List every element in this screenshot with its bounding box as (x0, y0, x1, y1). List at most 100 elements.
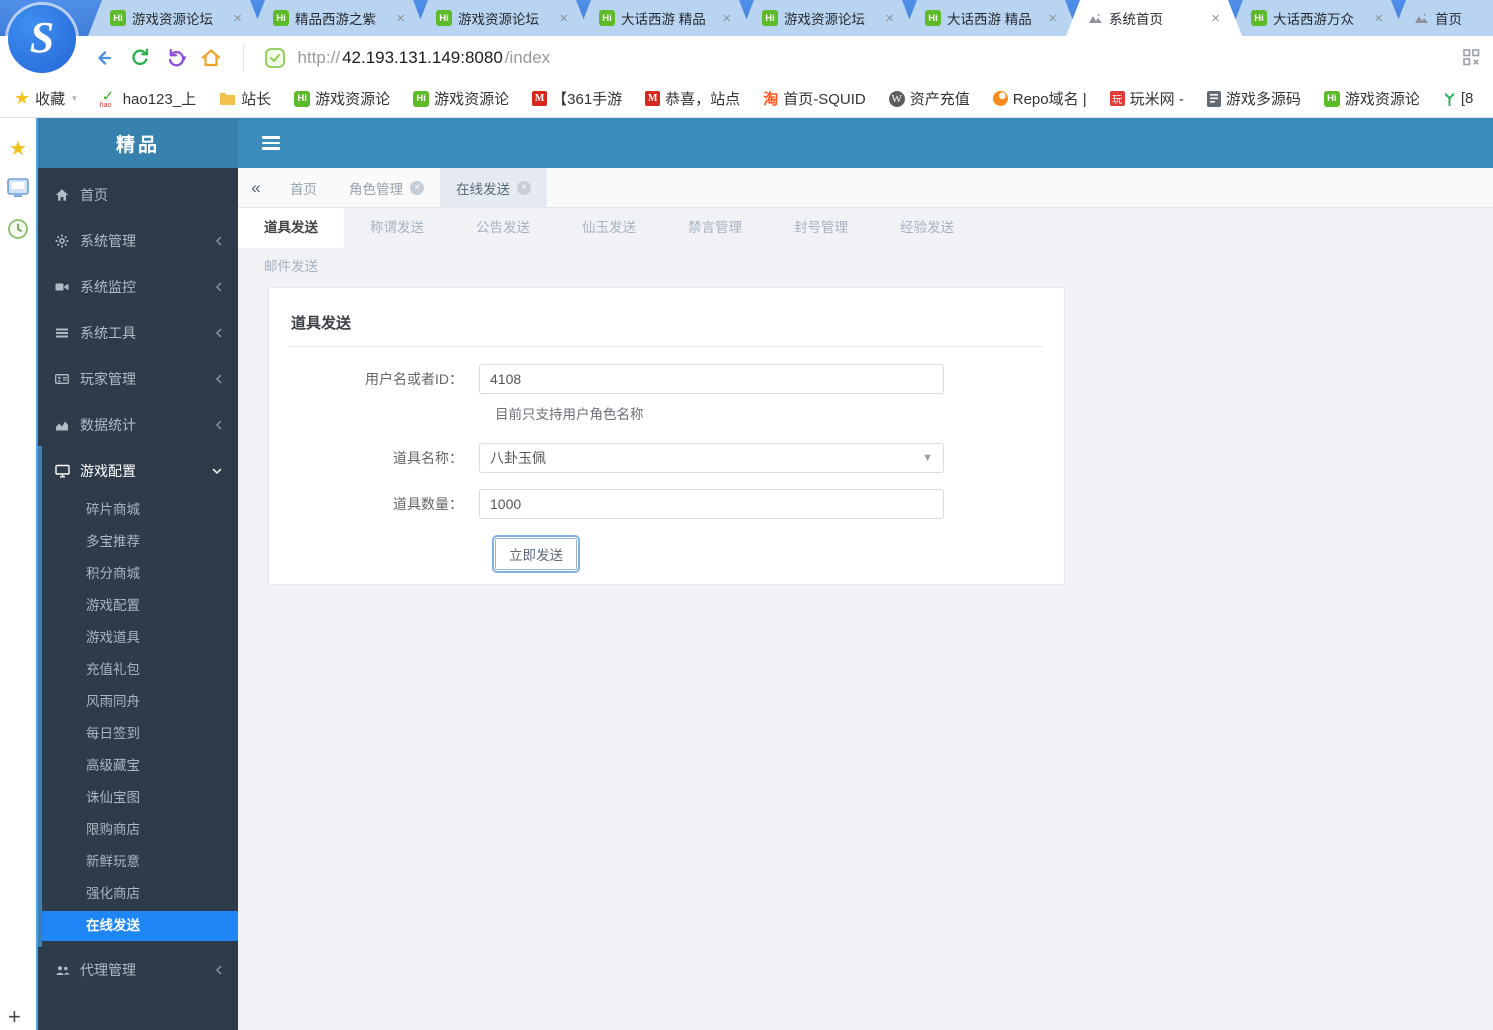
select-caret-icon: ▼ (922, 452, 933, 464)
tab-close-icon[interactable]: × (559, 11, 568, 26)
subtab[interactable]: 称谓发送 (344, 208, 450, 248)
submenu-item[interactable]: 充值礼包 (38, 654, 238, 686)
tab-grid-button[interactable] (1463, 49, 1480, 71)
submenu-item[interactable]: 高级藏宝 (38, 750, 238, 782)
browser-tab[interactable]: Hi 大话西游 精品 × (903, 0, 1079, 36)
screen-capture-icon[interactable] (7, 178, 29, 203)
panel-title: 道具发送 (289, 308, 1044, 347)
tab-close-icon[interactable]: × (396, 11, 405, 26)
refresh-button[interactable] (128, 46, 152, 70)
submenu-item[interactable]: 强化商店 (38, 878, 238, 910)
subtab[interactable]: 经验发送 (874, 208, 980, 248)
browser-tab[interactable]: Hi 大话西游万众 × (1229, 0, 1405, 36)
submenu-item[interactable]: 新鲜玩意 (38, 846, 238, 878)
bookmark-item[interactable]: Repo域名 | (992, 88, 1087, 109)
address-bar[interactable]: http://42.193.131.149:8080/index (298, 48, 551, 68)
undo-button[interactable]: ▾ (164, 46, 187, 70)
undo-dropdown-caret[interactable]: ▾ (182, 53, 187, 64)
site-security-badge[interactable] (264, 47, 286, 69)
hao123-icon: ✓ hao (99, 87, 115, 109)
sogou-logo[interactable]: S (8, 5, 76, 73)
subtab[interactable]: 禁言管理 (662, 208, 768, 248)
tab-close-icon[interactable]: × (1374, 11, 1383, 26)
item-qty-input[interactable] (479, 489, 944, 519)
tabs-collapse-icon[interactable]: « (238, 168, 274, 207)
submenu-item[interactable]: 积分商城 (38, 558, 238, 590)
browser-tab-active[interactable]: 系统首页 × (1066, 0, 1242, 36)
sidebar-toggle-button[interactable] (262, 136, 280, 153)
subtab[interactable]: 邮件发送 (238, 248, 344, 286)
browser-tab[interactable]: Hi 游戏资源论坛 × (414, 0, 590, 36)
sidebar-item-system-mgmt[interactable]: 系统管理 (38, 218, 238, 264)
item-name-label: 道具名称： (393, 450, 463, 466)
branch-icon (1444, 92, 1455, 106)
bookmark-item[interactable]: M 【361手游 (532, 88, 622, 109)
sidebar-scrollbar[interactable] (38, 446, 42, 947)
subtab-active[interactable]: 道具发送 (238, 208, 344, 248)
favorites-star-icon[interactable]: ★ (9, 136, 27, 161)
tab-close-icon[interactable]: × (722, 11, 731, 26)
content-area: 道具发送 称谓发送 公告发送 仙玉发送 禁言管理 封号管理 经验发送 邮件发送 … (238, 208, 1493, 1030)
item-name-select[interactable]: 八卦玉佩 ▼ (479, 443, 944, 473)
back-button[interactable] (92, 46, 116, 70)
bookmark-item[interactable]: Hi 游戏资源论 (294, 88, 390, 109)
home-icon (201, 49, 220, 67)
submenu-item[interactable]: 限购商店 (38, 814, 238, 846)
m-icon: M (645, 91, 661, 106)
subtabs-row-2: 邮件发送 (238, 248, 1493, 286)
bookmark-item[interactable]: ✓ hao hao123_上 (100, 88, 196, 109)
submenu-item-active[interactable]: 在线发送 (38, 911, 238, 941)
sidebar-item-game-config[interactable]: 游戏配置 (38, 448, 238, 494)
submenu-item[interactable]: 风雨同舟 (38, 686, 238, 718)
tab-close-icon[interactable]: × (1211, 11, 1220, 26)
user-id-input[interactable] (479, 364, 944, 394)
bookmark-item[interactable]: [8 (1443, 90, 1473, 107)
history-clock-icon[interactable] (7, 218, 29, 245)
page-tab-home[interactable]: 首页 (274, 168, 333, 207)
tab-close-icon[interactable]: × (885, 11, 894, 26)
chevron-down-icon[interactable]: ▾ (72, 93, 77, 104)
subtab[interactable]: 公告发送 (450, 208, 556, 248)
rail-add-icon[interactable]: + (8, 1004, 21, 1030)
repo-icon (992, 91, 1008, 106)
bookmark-item[interactable]: M 恭喜，站点 (645, 88, 740, 109)
submenu-item[interactable]: 诛仙宝图 (38, 782, 238, 814)
bookmark-item[interactable]: Hi 游戏资源论 (413, 88, 509, 109)
browser-tab[interactable]: 首页 (1392, 0, 1493, 36)
sidebar-item-system-tools[interactable]: 系统工具 (38, 310, 238, 356)
page-tab-active[interactable]: 在线发送 × (440, 168, 547, 207)
submenu-item[interactable]: 碎片商城 (38, 494, 238, 526)
send-now-button[interactable]: 立即发送 (492, 535, 580, 573)
browser-tab[interactable]: Hi 游戏资源论坛 × (740, 0, 916, 36)
bookmark-item[interactable]: 玩 玩米网 - (1109, 88, 1184, 109)
subtab[interactable]: 封号管理 (768, 208, 874, 248)
submenu-item[interactable]: 每日签到 (38, 718, 238, 750)
sidebar-item-agent-mgmt[interactable]: 代理管理 (38, 947, 238, 993)
hi-icon: Hi (413, 90, 430, 107)
wordpress-icon: W (888, 90, 905, 107)
bookmark-item[interactable]: Hi 游戏资源论 (1323, 88, 1420, 109)
home-button[interactable] (199, 46, 223, 70)
browser-tab[interactable]: Hi 精品西游之紫 × (251, 0, 427, 36)
subtab[interactable]: 仙玉发送 (556, 208, 662, 248)
bookmark-item[interactable]: 淘 首页-SQUID (763, 88, 866, 109)
bookmark-item[interactable]: W 资产充值 (888, 88, 970, 109)
browser-tab[interactable]: Hi 游戏资源论坛 × (88, 0, 264, 36)
bookmark-item[interactable]: 站长 (219, 88, 271, 109)
tab-close-icon[interactable]: × (410, 180, 424, 195)
sidebar-item-player-mgmt[interactable]: 玩家管理 (38, 356, 238, 402)
submenu-item[interactable]: 多宝推荐 (38, 526, 238, 558)
bookmark-favorites[interactable]: ★ 收藏 ▾ (14, 88, 77, 109)
page-tab[interactable]: 角色管理 × (333, 168, 440, 207)
tab-close-icon[interactable]: × (517, 180, 531, 195)
submenu-item[interactable]: 游戏配置 (38, 590, 238, 622)
sidebar-menu: 首页 系统管理 系统监控 系统工具 玩家管理 数据统计 游戏配置 碎片商城 多宝… (38, 168, 238, 993)
sidebar-item-system-monitor[interactable]: 系统监控 (38, 264, 238, 310)
sidebar-item-home[interactable]: 首页 (38, 172, 238, 218)
sidebar-item-data-stats[interactable]: 数据统计 (38, 402, 238, 448)
bookmark-item[interactable]: 游戏多源码 (1206, 88, 1301, 109)
browser-tab[interactable]: Hi 大话西游 精品 × (577, 0, 753, 36)
tab-close-icon[interactable]: × (233, 11, 242, 26)
submenu-item[interactable]: 游戏道具 (38, 622, 238, 654)
tab-close-icon[interactable]: × (1048, 11, 1057, 26)
